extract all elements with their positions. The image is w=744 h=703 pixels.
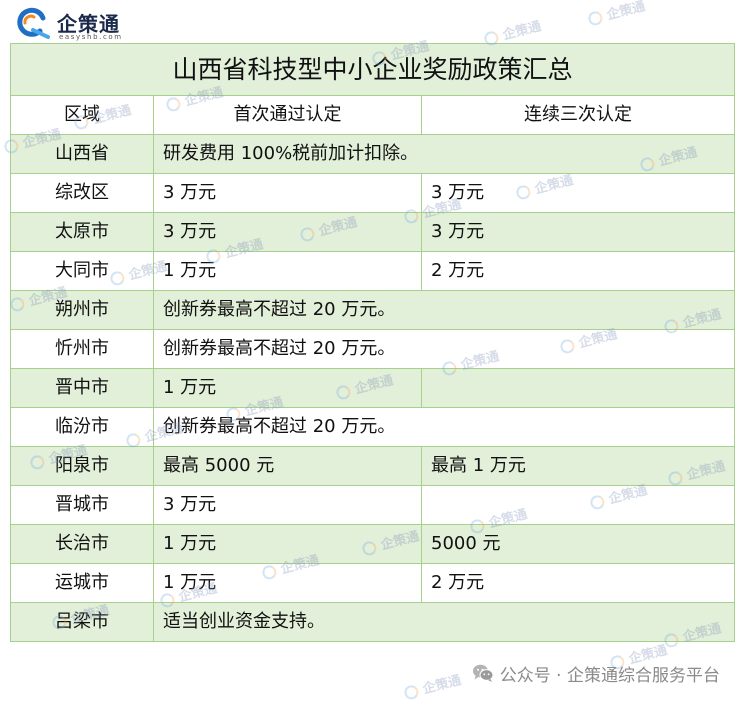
table-row: 晋中市 1 万元 <box>10 368 735 408</box>
footer-source: 公众号 · 企策通综合服务平台 <box>472 661 720 686</box>
header-first-certification: 首次通过认定 <box>153 95 422 135</box>
table-row: 忻州市 创新券最高不超过 20 万元。 <box>10 329 735 369</box>
table-row: 长治市 1 万元 5000 元 <box>10 524 735 564</box>
region-cell: 运城市 <box>10 563 154 603</box>
third-certification-cell: 3 万元 <box>421 212 735 252</box>
region-cell: 吕梁市 <box>10 602 154 642</box>
first-certification-cell: 1 万元 <box>153 251 422 291</box>
table-row: 朔州市 创新券最高不超过 20 万元。 <box>10 290 735 330</box>
table-row: 临汾市 创新券最高不超过 20 万元。 <box>10 407 735 447</box>
watermark: 企策通 <box>403 673 463 703</box>
wechat-icon <box>472 664 494 682</box>
table-row: 山西省 研发费用 100%税前加计扣除。 <box>10 134 735 174</box>
watermark: 企策通 <box>587 0 647 29</box>
region-cell: 山西省 <box>10 134 154 174</box>
footer-account-name: 公众号 · 企策通综合服务平台 <box>499 665 720 686</box>
first-certification-cell: 3 万元 <box>153 212 422 252</box>
first-certification-cell: 3 万元 <box>153 485 422 525</box>
region-cell: 晋城市 <box>10 485 154 525</box>
region-cell: 太原市 <box>10 212 154 252</box>
first-certification-cell: 1 万元 <box>153 563 422 603</box>
third-certification-cell: 2 万元 <box>421 563 735 603</box>
header-region: 区域 <box>10 95 154 135</box>
table-row: 吕梁市 适当创业资金支持。 <box>10 602 735 642</box>
table-row: 运城市 1 万元 2 万元 <box>10 563 735 603</box>
merged-policy-cell: 创新券最高不超过 20 万元。 <box>153 329 735 369</box>
table-row: 太原市 3 万元 3 万元 <box>10 212 735 252</box>
policy-table: 山西省科技型中小企业奖励政策汇总 区域 首次通过认定 连续三次认定 山西省 研发… <box>10 43 735 642</box>
logo-domain: easyshb.com <box>59 33 123 41</box>
table-title: 山西省科技型中小企业奖励政策汇总 <box>10 43 735 96</box>
title-row: 山西省科技型中小企业奖励政策汇总 <box>10 43 735 96</box>
first-certification-cell: 1 万元 <box>153 368 422 408</box>
first-certification-cell: 1 万元 <box>153 524 422 564</box>
first-certification-cell: 最高 5000 元 <box>153 446 422 486</box>
region-cell: 综改区 <box>10 173 154 213</box>
merged-policy-cell: 创新券最高不超过 20 万元。 <box>153 407 735 447</box>
third-certification-cell <box>421 485 735 525</box>
region-cell: 阳泉市 <box>10 446 154 486</box>
region-cell: 朔州市 <box>10 290 154 330</box>
third-certification-cell: 3 万元 <box>421 173 735 213</box>
region-cell: 临汾市 <box>10 407 154 447</box>
third-certification-cell <box>421 368 735 408</box>
region-cell: 长治市 <box>10 524 154 564</box>
first-certification-cell: 3 万元 <box>153 173 422 213</box>
third-certification-cell: 最高 1 万元 <box>421 446 735 486</box>
merged-policy-cell: 研发费用 100%税前加计扣除。 <box>153 134 735 174</box>
region-cell: 晋中市 <box>10 368 154 408</box>
merged-policy-cell: 适当创业资金支持。 <box>153 602 735 642</box>
region-cell: 忻州市 <box>10 329 154 369</box>
third-certification-cell: 5000 元 <box>421 524 735 564</box>
table-row: 综改区 3 万元 3 万元 <box>10 173 735 213</box>
header-row: 区域 首次通过认定 连续三次认定 <box>10 95 735 135</box>
qicetong-logo-icon <box>17 7 50 39</box>
table-row: 晋城市 3 万元 <box>10 485 735 525</box>
third-certification-cell: 2 万元 <box>421 251 735 291</box>
table-row: 大同市 1 万元 2 万元 <box>10 251 735 291</box>
header-third-certification: 连续三次认定 <box>421 95 735 135</box>
table-row: 阳泉市 最高 5000 元 最高 1 万元 <box>10 446 735 486</box>
merged-policy-cell: 创新券最高不超过 20 万元。 <box>153 290 735 330</box>
region-cell: 大同市 <box>10 251 154 291</box>
brand-logo: 企策通 easyshb.com <box>14 5 134 41</box>
